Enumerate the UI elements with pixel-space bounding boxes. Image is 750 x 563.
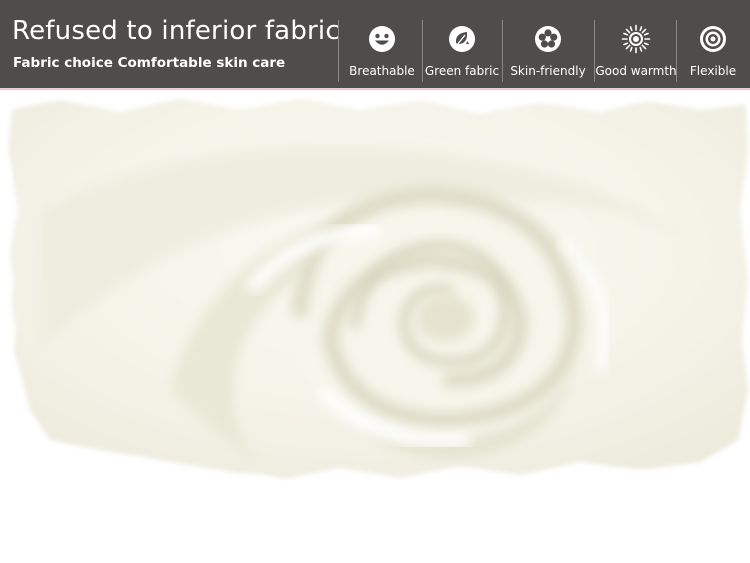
feature-divider	[422, 20, 423, 82]
concentric-circles-icon	[698, 24, 728, 54]
recycle-leaf-icon	[447, 24, 477, 54]
flower-icon	[533, 24, 563, 54]
feature-breathable: Breathable	[342, 14, 422, 82]
feature-list: Breathable Green fabric Skin-friendly Go…	[338, 14, 750, 82]
fabric-swirl-image	[0, 90, 750, 559]
feature-label: Good warmth	[595, 64, 677, 78]
feature-label: Skin-friendly	[510, 64, 586, 78]
feature-green-fabric: Green fabric	[424, 14, 500, 82]
sun-icon	[621, 24, 651, 54]
feature-skin-friendly: Skin-friendly	[506, 14, 590, 82]
feature-good-warmth: Good warmth	[594, 14, 678, 82]
banner-subtitle: Fabric choice Comfortable skin care	[13, 55, 286, 71]
feature-label: Breathable	[349, 64, 415, 78]
feature-label: Green fabric	[424, 64, 500, 78]
feature-flexible: Flexible	[678, 14, 748, 82]
feature-banner: Refused to inferior fabric Fabric choice…	[0, 0, 750, 88]
feature-divider	[676, 20, 677, 82]
banner-title: Refused to inferior fabric	[12, 16, 340, 46]
smile-face-icon	[367, 24, 397, 54]
feature-label: Flexible	[689, 64, 737, 78]
feature-divider	[338, 20, 339, 82]
feature-divider	[502, 20, 503, 82]
